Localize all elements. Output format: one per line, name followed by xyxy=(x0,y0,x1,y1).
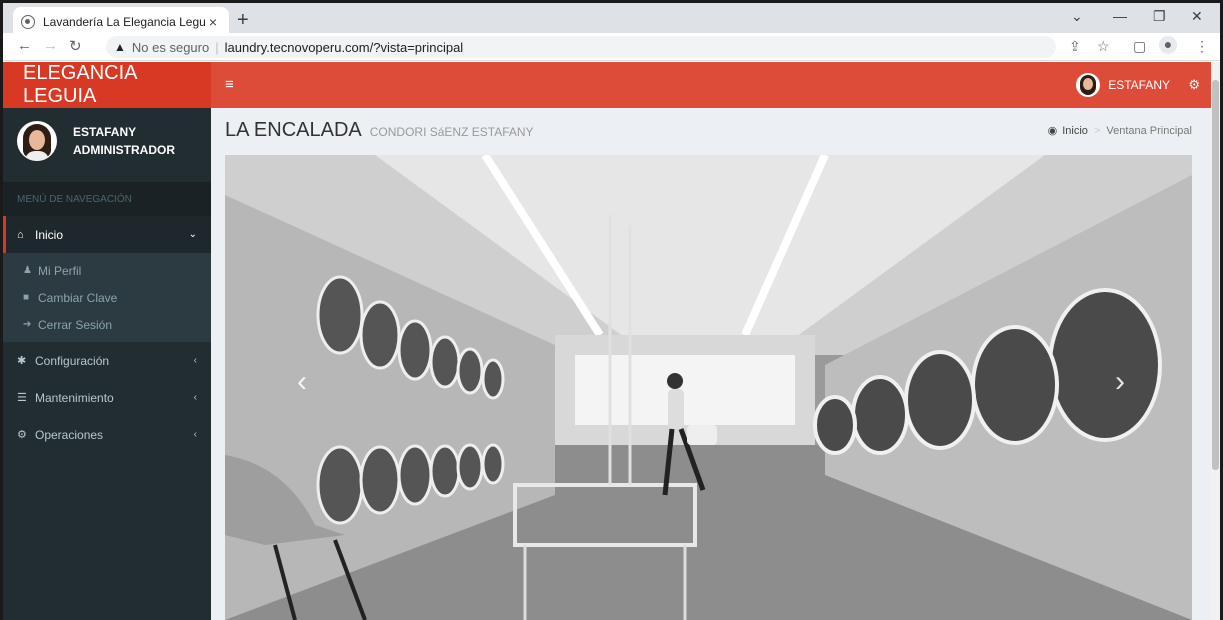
reload-icon[interactable]: ↻ xyxy=(69,37,82,55)
restore-icon[interactable]: ❐ xyxy=(1153,8,1166,25)
user-menu[interactable]: ESTAFANY xyxy=(1076,73,1170,97)
user-menu-name: ESTAFANY xyxy=(1108,78,1170,92)
laundromat-photo xyxy=(225,155,1192,620)
profile-icon[interactable]: ● xyxy=(1159,36,1177,54)
bars-icon[interactable]: ≡ xyxy=(225,76,234,93)
chevron-left-icon: ‹ xyxy=(193,355,197,366)
sidebar-item-label: Cambiar Clave xyxy=(38,290,118,305)
content: LA ENCALADA CONDORI SáENZ ESTAFANY ◉ Ini… xyxy=(211,108,1211,620)
arrow-left-icon[interactable]: ← xyxy=(17,37,32,54)
sidebar-item-label: Mi Perfil xyxy=(38,263,82,278)
user-panel: ESTAFANY ADMINISTRADOR xyxy=(3,108,211,174)
scrollbar[interactable] xyxy=(1211,62,1220,620)
sidebar-item-operaciones[interactable]: ⚙ Operaciones ‹ xyxy=(3,416,211,453)
sidebar-item-mantenimiento[interactable]: ☰ Mantenimiento ‹ xyxy=(3,379,211,416)
close-tab-icon[interactable]: × xyxy=(205,14,221,30)
sidebar-item-label: Cerrar Sesión xyxy=(38,317,113,332)
home-icon: ⌂ xyxy=(17,228,24,241)
logo[interactable]: ELEGANCIA LEGUIA xyxy=(3,62,211,108)
new-tab-button[interactable]: + xyxy=(237,9,249,32)
url-separator: | xyxy=(215,39,219,55)
minimize-icon[interactable]: — xyxy=(1113,8,1127,24)
app: ELEGANCIA LEGUIA ESTAFANY ADMINISTRADOR … xyxy=(3,62,1220,620)
breadcrumb: ◉ Inicio > Ventana Principal xyxy=(1047,124,1192,138)
url-text: laundry.tecnovoperu.com/?vista=principal xyxy=(224,39,464,55)
top-navbar: ≡ ESTAFANY ⚙ xyxy=(211,62,1220,108)
chevron-left-icon: ‹ xyxy=(193,429,197,440)
chevron-left-icon[interactable]: ‹ xyxy=(297,365,307,399)
arrow-right-icon[interactable]: → xyxy=(43,37,58,54)
sidebar-item-label: Inicio xyxy=(35,227,64,242)
insecure-label: No es seguro xyxy=(131,39,210,55)
user-role: ADMINISTRADOR xyxy=(73,143,175,157)
chevron-left-icon: ‹ xyxy=(193,392,197,403)
dashboard-icon: ◉ xyxy=(1047,125,1058,137)
avatar xyxy=(1076,73,1101,97)
database-icon: ☰ xyxy=(17,392,27,404)
image-carousel: ‹ › xyxy=(225,155,1192,620)
sidebar-item-cambiar-clave[interactable]: ■ Cambiar Clave xyxy=(3,284,211,311)
cog-icon: ✱ xyxy=(17,355,27,367)
address-bar-row: ← → ↻ ▲ No es seguro | laundry.tecnovope… xyxy=(0,33,1223,61)
browser-tab[interactable]: Lavandería La Elegancia Leguía × xyxy=(13,7,229,36)
gears-icon[interactable]: ⚙ xyxy=(1188,77,1200,93)
sidebar-item-cerrar-sesion[interactable]: ➔ Cerrar Sesión xyxy=(3,311,211,338)
nav-header: MENÚ DE NAVEGACIÓN xyxy=(3,182,211,216)
tab-title: Lavandería La Elegancia Leguía xyxy=(43,14,205,29)
lock-icon: ■ xyxy=(23,292,30,303)
submenu-inicio: ♟ Mi Perfil ■ Cambiar Clave ➔ Cerrar Ses… xyxy=(3,253,211,342)
chevron-right-icon[interactable]: › xyxy=(1115,365,1125,399)
warning-icon: ▲ xyxy=(114,40,126,54)
sidebar-item-label: Mantenimiento xyxy=(35,390,114,405)
browser-tab-bar: Lavandería La Elegancia Leguía × + ⌄ — ❐… xyxy=(0,0,1223,36)
sidebar-item-label: Configuración xyxy=(35,353,110,368)
avatar xyxy=(17,121,57,161)
sidebar-item-inicio[interactable]: ⌂ Inicio ⌄ xyxy=(3,216,211,253)
scrollbar-thumb[interactable] xyxy=(1212,80,1219,470)
sidebar: ELEGANCIA LEGUIA ESTAFANY ADMINISTRADOR … xyxy=(3,62,211,620)
gears-icon: ⚙ xyxy=(17,429,27,441)
sidebar-item-label: Operaciones xyxy=(35,427,104,442)
sidepanel-icon[interactable]: ▢ xyxy=(1133,38,1146,55)
url-field[interactable]: ▲ No es seguro | laundry.tecnovoperu.com… xyxy=(106,36,1056,58)
close-window-icon[interactable]: ✕ xyxy=(1191,8,1203,25)
globe-icon xyxy=(21,14,35,29)
sign-out-icon: ➔ xyxy=(23,319,32,330)
chevron-down-icon[interactable]: ⌄ xyxy=(1071,8,1083,25)
frame-left xyxy=(0,0,3,620)
breadcrumb-separator: > xyxy=(1093,124,1101,137)
sidebar-item-configuracion[interactable]: ✱ Configuración ‹ xyxy=(3,342,211,379)
page-title: LA ENCALADA xyxy=(225,119,362,141)
page-subtitle: CONDORI SáENZ ESTAFANY xyxy=(369,125,534,139)
share-icon[interactable]: ⇪ xyxy=(1069,38,1081,55)
sidebar-item-mi-perfil[interactable]: ♟ Mi Perfil xyxy=(3,257,211,284)
user-icon: ♟ xyxy=(23,265,32,276)
breadcrumb-home[interactable]: Inicio xyxy=(1062,125,1088,137)
user-name: ESTAFANY xyxy=(73,125,137,139)
breadcrumb-current: Ventana Principal xyxy=(1106,124,1192,137)
chevron-down-icon: ⌄ xyxy=(188,229,197,240)
more-vertical-icon[interactable]: ⋮ xyxy=(1195,38,1209,55)
star-icon[interactable]: ☆ xyxy=(1097,38,1110,55)
